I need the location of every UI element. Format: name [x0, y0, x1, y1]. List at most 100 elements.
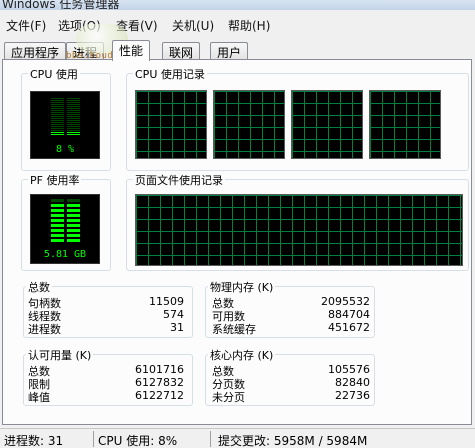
tab-performance[interactable]: 性能 — [112, 40, 151, 61]
cpu-meter-segment — [51, 134, 64, 135]
pf-meter-segment — [67, 199, 80, 202]
tab-networking[interactable]: 联网 — [162, 42, 201, 60]
performance-panel: CPU 使用 8 % CPU 使用记录 PF 使用率 5.81 GB 页面文件使… — [2, 59, 472, 425]
pf-meter-segment — [67, 204, 80, 207]
cpu-meter-segment — [67, 120, 80, 121]
pf-history-group: 页面文件使用记录 — [126, 172, 469, 271]
kernel-nonpaged-value: 22736 — [335, 389, 370, 402]
commit-peak-value: 6122712 — [135, 389, 184, 402]
status-separator — [210, 431, 211, 447]
kernel-memory-title: 核心内存 (K) — [208, 347, 276, 363]
pf-meter-bars — [51, 199, 81, 242]
window-title: Windows 任务管理器 — [2, 0, 120, 10]
cpu-meter-segment — [67, 106, 80, 107]
title-bar: Windows 任务管理器 — [0, 0, 475, 10]
pf-usage-group: PF 使用率 5.81 GB — [21, 172, 111, 271]
physical-memory-title: 物理内存 (K) — [208, 279, 276, 295]
cpu-meter-segment — [51, 112, 64, 113]
menu-help[interactable]: 帮助(H) — [228, 17, 270, 34]
cpu-meter-segment — [67, 128, 80, 129]
cpu-meter-bars — [51, 98, 81, 136]
tab-applications[interactable]: 应用程序 — [4, 42, 67, 60]
cpu-meter-segment — [67, 126, 80, 127]
menu-bar: 文件(F) 选项(O) 查看(V) 关机(U) 帮助(H) — [0, 10, 475, 37]
cpu-history-group: CPU 使用记录 — [126, 66, 469, 171]
status-bar: 进程数: 31 CPU 使用: 8% 提交更改: 5958M / 5984M — [0, 428, 475, 448]
cpu-meter-segment — [67, 132, 80, 133]
cpu-meter-segment — [67, 104, 80, 105]
pf-meter-segment — [51, 229, 64, 232]
kernel-paged-value: 82840 — [335, 376, 370, 389]
physical-memory-group: 物理内存 (K) 总数 2095532 可用数 884704 系统缓存 4516… — [205, 279, 375, 338]
cpu-history-title: CPU 使用记录 — [133, 66, 207, 82]
status-commit: 提交更改: 5958M / 5984M — [218, 434, 368, 448]
cpu-meter-segment — [67, 130, 80, 131]
menu-view[interactable]: 查看(V) — [116, 17, 158, 34]
cpu-meter-segment — [67, 98, 80, 99]
cpu-meter-segment — [51, 120, 64, 121]
cpu-meter-segment — [51, 98, 64, 99]
cpu-meter-segment — [67, 112, 80, 113]
cpu-meter-segment — [67, 102, 80, 103]
commit-limit-value: 6127832 — [135, 376, 184, 389]
physical-memory-total-value: 2095532 — [321, 295, 370, 308]
cpu-meter-segment — [67, 110, 80, 111]
cpu-usage-value: 8 % — [55, 144, 75, 155]
cpu-meter-segment — [51, 122, 64, 123]
cpu-meter-segment — [51, 132, 64, 133]
pf-history-title: 页面文件使用记录 — [133, 172, 225, 188]
cpu-meter-segment — [51, 124, 64, 125]
pf-meter-segment — [51, 214, 64, 217]
pf-usage-value: 5.81 GB — [43, 249, 87, 260]
cpu-meter: 8 % — [30, 91, 100, 159]
cpu-meter-segment — [51, 106, 64, 107]
menu-file[interactable]: 文件(F) — [6, 17, 46, 34]
cpu-meter-segment — [51, 130, 64, 131]
pf-usage-title: PF 使用率 — [28, 172, 82, 188]
tab-strip: 应用程序 进程 性能 联网 用户 — [0, 40, 475, 61]
cpu-meter-segment — [51, 100, 64, 101]
status-cpu: CPU 使用: 8% — [98, 434, 178, 448]
cpu-meter-segment — [67, 116, 80, 117]
physical-memory-available-value: 884704 — [328, 308, 370, 321]
pf-meter-segment — [51, 209, 64, 212]
totals-threads-value: 574 — [163, 308, 184, 321]
commit-charge-title: 认可用量 (K) — [26, 347, 94, 363]
commit-total-value: 6101716 — [135, 363, 184, 376]
cpu-meter-segment — [67, 114, 80, 115]
physical-memory-cache-label: 系统缓存 — [212, 323, 256, 336]
pf-meter-segment — [67, 239, 80, 242]
tab-users[interactable]: 用户 — [210, 42, 249, 60]
cpu-meter-segment — [51, 128, 64, 129]
pf-meter-segment — [67, 209, 80, 212]
cpu-history-graph-core-3 — [291, 90, 363, 159]
cpu-meter-segment — [67, 118, 80, 119]
pf-meter-segment — [51, 234, 64, 237]
pf-meter-segment — [51, 239, 64, 242]
cpu-history-graph-core-4 — [369, 90, 441, 159]
menu-shutdown[interactable]: 关机(U) — [172, 17, 214, 34]
cpu-meter-segment — [51, 102, 64, 103]
cpu-meter-segment — [67, 134, 80, 135]
commit-peak-label: 峰值 — [28, 391, 50, 404]
pf-meter-segment — [51, 219, 64, 222]
totals-handles-value: 11509 — [149, 295, 184, 308]
cpu-usage-title: CPU 使用 — [28, 66, 80, 82]
pf-meter-segment — [67, 229, 80, 232]
kernel-nonpaged-label: 未分页 — [212, 391, 245, 404]
cpu-history-graph-core-2 — [213, 90, 285, 159]
tab-processes[interactable]: 进程 — [66, 42, 105, 60]
kernel-memory-group: 核心内存 (K) 总数 105576 分页数 82840 未分页 22736 — [205, 347, 375, 406]
cpu-meter-segment — [51, 116, 64, 117]
commit-charge-group: 认可用量 (K) 总数 6101716 限制 6127832 峰值 612271… — [23, 347, 193, 406]
pf-history-graph — [135, 194, 463, 266]
cpu-meter-segment — [51, 108, 64, 109]
cpu-meter-segment — [67, 124, 80, 125]
totals-title: 总数 — [26, 279, 52, 295]
kernel-total-value: 105576 — [328, 363, 370, 376]
cpu-meter-segment — [67, 108, 80, 109]
menu-options[interactable]: 选项(O) — [58, 17, 101, 34]
cpu-meter-segment — [51, 126, 64, 127]
status-processes: 进程数: 31 — [4, 434, 64, 448]
cpu-meter-segment — [67, 100, 80, 101]
